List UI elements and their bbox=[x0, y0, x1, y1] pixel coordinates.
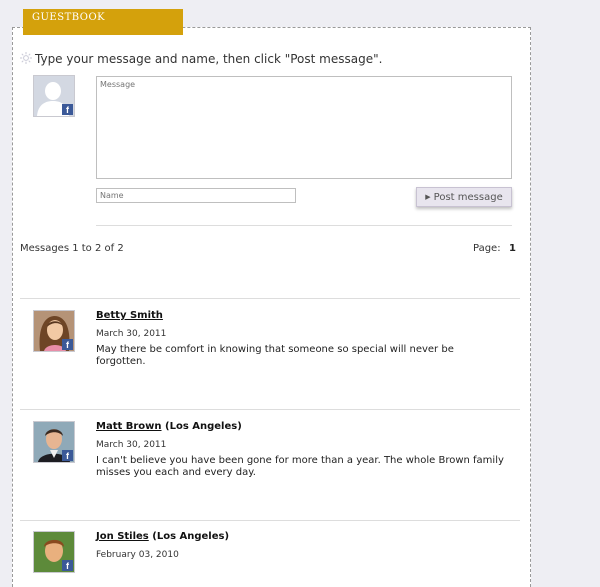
instructions: Type your message and name, then click "… bbox=[20, 52, 382, 66]
divider bbox=[96, 225, 512, 226]
divider bbox=[20, 298, 520, 299]
entry-author: Betty Smith bbox=[96, 310, 163, 321]
entry-message: May there be comfort in knowing that som… bbox=[96, 344, 454, 367]
sun-icon bbox=[20, 52, 32, 64]
post-message-button[interactable]: ▶ Post message bbox=[416, 187, 512, 207]
avatar[interactable]: f bbox=[33, 531, 75, 573]
author-link[interactable]: Matt Brown bbox=[96, 421, 162, 432]
page-label: Page: bbox=[473, 243, 501, 254]
play-triangle-icon: ▶ bbox=[425, 193, 431, 201]
entry-location: (Los Angeles) bbox=[152, 531, 230, 542]
facebook-icon: f bbox=[62, 560, 73, 571]
divider bbox=[20, 409, 520, 410]
author-link[interactable]: Jon Stiles bbox=[96, 531, 149, 542]
instructions-text: Type your message and name, then click "… bbox=[35, 52, 383, 66]
message-input[interactable] bbox=[96, 76, 512, 179]
avatar[interactable]: f bbox=[33, 421, 75, 463]
entry-date: February 03, 2010 bbox=[96, 550, 179, 560]
facebook-icon: f bbox=[62, 450, 73, 461]
facebook-icon: f bbox=[62, 104, 73, 115]
divider bbox=[20, 520, 520, 521]
entry-author: Jon Stiles (Los Angeles) bbox=[96, 531, 229, 542]
avatar[interactable]: f bbox=[33, 310, 75, 352]
entry-author: Matt Brown (Los Angeles) bbox=[96, 421, 242, 432]
entry-date: March 30, 2011 bbox=[96, 440, 167, 450]
post-message-label: Post message bbox=[433, 192, 503, 203]
entry-date: March 30, 2011 bbox=[96, 329, 167, 339]
message-count: Messages 1 to 2 of 2 bbox=[20, 243, 124, 254]
name-input[interactable] bbox=[96, 188, 296, 203]
blank-avatar[interactable]: f bbox=[33, 75, 75, 117]
entry-message: I can't believe you have been gone for m… bbox=[96, 455, 504, 478]
author-link[interactable]: Betty Smith bbox=[96, 310, 163, 321]
entry-location: (Los Angeles) bbox=[165, 421, 242, 432]
guestbook-tab[interactable]: GUESTBOOK bbox=[23, 9, 183, 35]
page-number-link[interactable]: 1 bbox=[509, 243, 516, 254]
facebook-icon: f bbox=[62, 339, 73, 350]
